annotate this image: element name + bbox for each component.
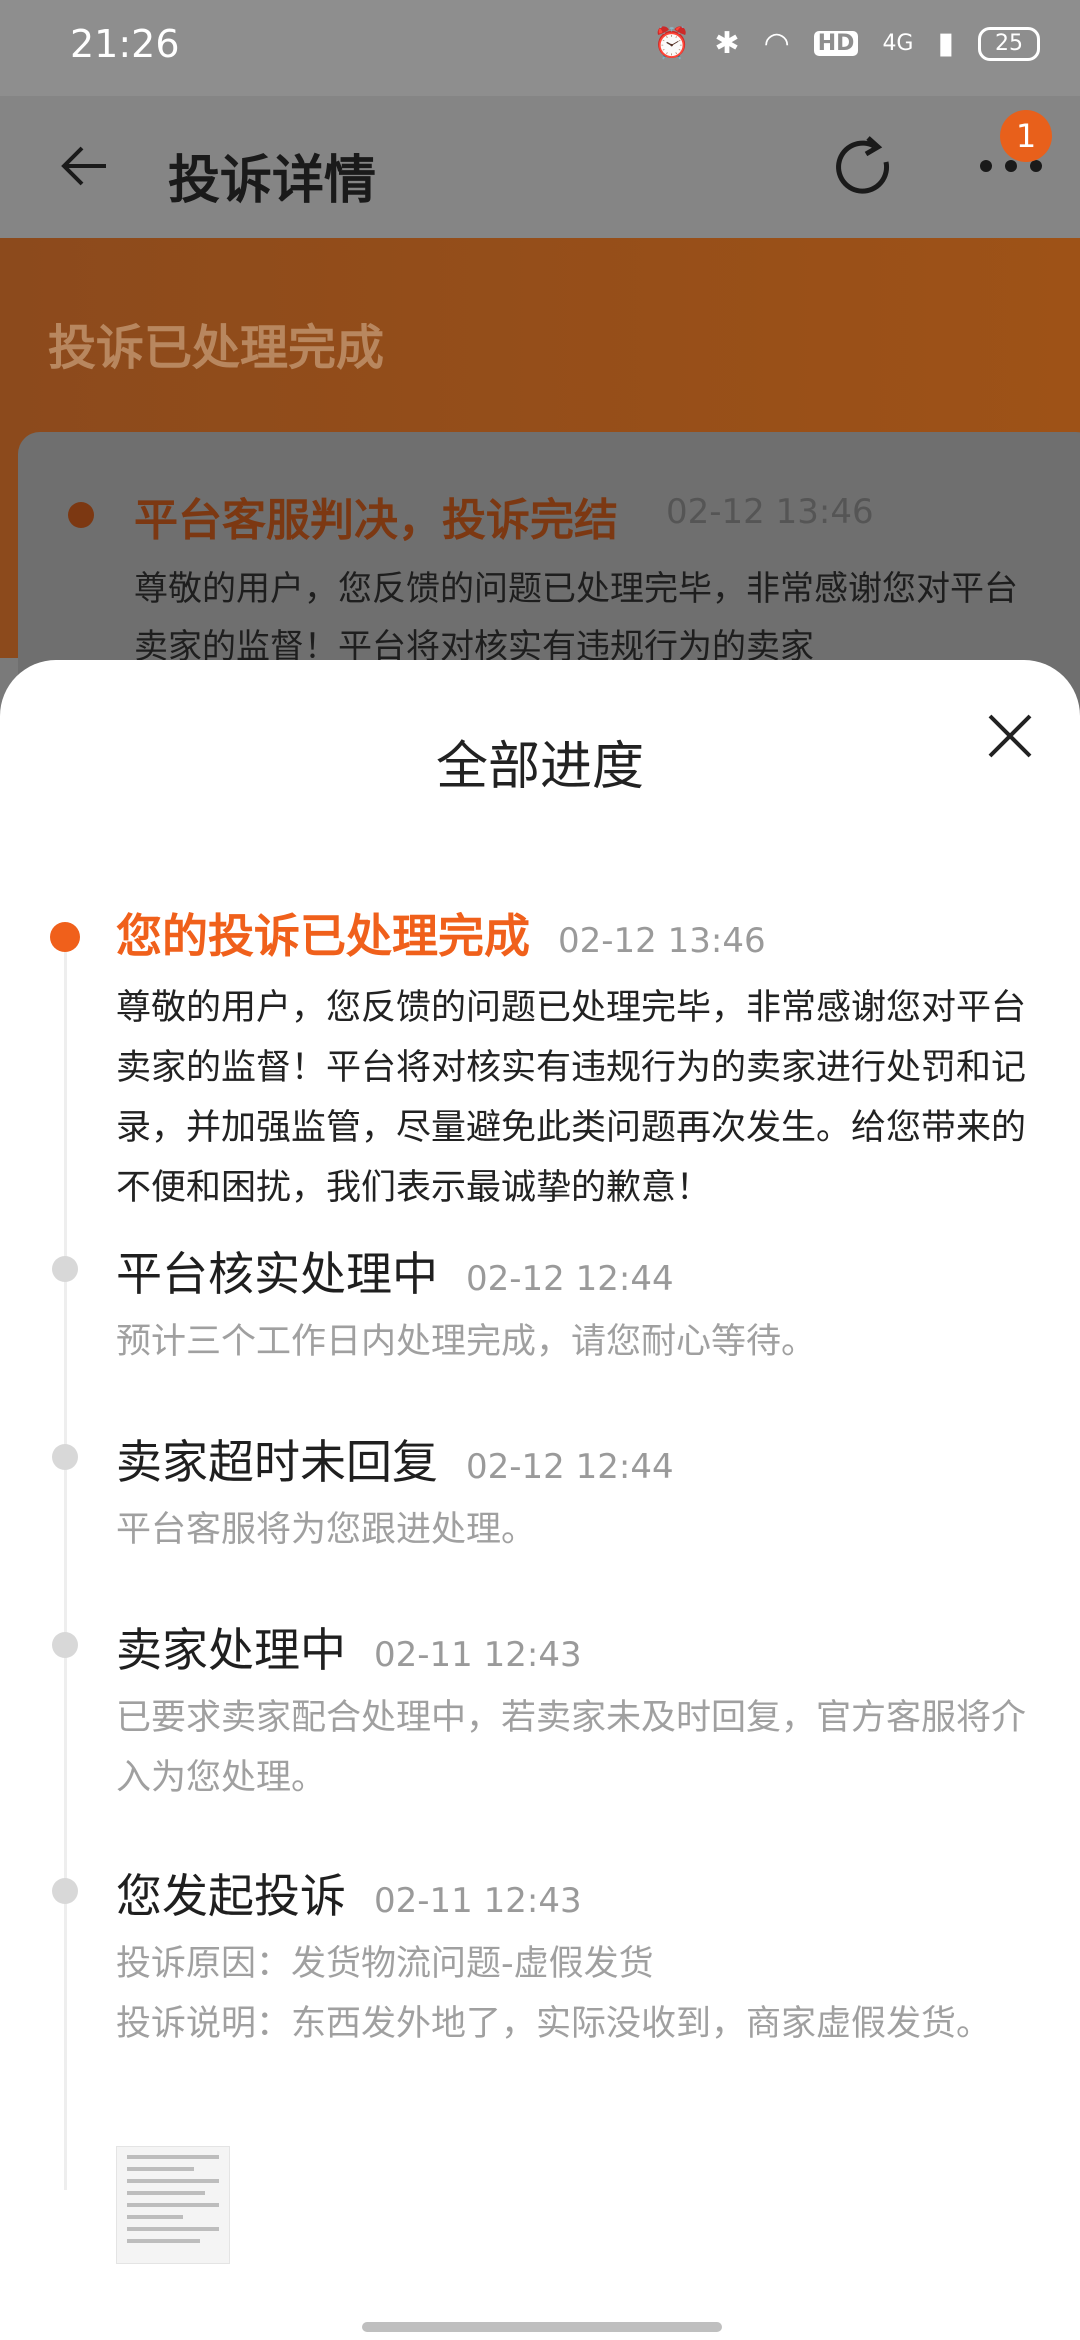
home-indicator[interactable] xyxy=(362,2322,722,2332)
timeline-title-text: 卖家超时未回复 xyxy=(116,1435,438,1489)
page-title: 投诉详情 xyxy=(168,151,377,211)
signal-icon: ▮ xyxy=(937,26,954,61)
timeline-title-text: 卖家处理中 xyxy=(116,1623,346,1677)
timeline-title: 卖家超时未回复 02-12 12:44 xyxy=(116,1426,674,1492)
refresh-icon[interactable] xyxy=(828,132,898,202)
status-icons: ⏰ ✱ ◠ HD 4G ▮ 25 xyxy=(653,26,1040,61)
progress-dot xyxy=(68,502,94,528)
notification-badge: 1 xyxy=(1000,110,1052,162)
wifi-icon: ◠ xyxy=(763,26,790,61)
timeline-time: 02-11 12:43 xyxy=(374,1881,582,1921)
timeline-dot xyxy=(52,1444,78,1470)
card-title: 平台客服判决，投诉完结 xyxy=(134,495,618,546)
status-bar: 21:26 ⏰ ✱ ◠ HD 4G ▮ 25 xyxy=(0,0,1080,96)
network-label: 4G xyxy=(882,31,914,56)
timeline-title: 平台核实处理中 02-12 12:44 xyxy=(116,1238,674,1304)
timeline-time: 02-12 13:46 xyxy=(558,921,766,961)
timeline-time: 02-11 12:43 xyxy=(374,1635,582,1675)
timeline-title-text: 您发起投诉 xyxy=(116,1869,346,1923)
complaint-reason: 投诉原因：发货物流问题-虚假发货 xyxy=(116,1944,654,1984)
app-bar: 投诉详情 xyxy=(0,96,1080,238)
hd-label: HD xyxy=(813,31,859,56)
bluetooth-icon: ✱ xyxy=(714,26,740,61)
alarm-icon: ⏰ xyxy=(653,26,691,61)
status-time: 21:26 xyxy=(70,22,180,66)
complaint-status: 投诉已处理完成 xyxy=(48,320,385,376)
timeline-time: 02-12 12:44 xyxy=(466,1259,674,1299)
timeline-time: 02-12 12:44 xyxy=(466,1447,674,1487)
timeline-dot xyxy=(52,1256,78,1282)
timeline-desc: 预计三个工作日内处理完成，请您耐心等待。 xyxy=(116,1322,817,1362)
progress-sheet: 全部进度 您的投诉已处理完成 02-12 13:46 尊敬的用户，您反馈的问题已处… xyxy=(0,660,1080,2340)
card-text: 尊敬的用户，您反馈的问题已处理完毕，非常感谢您对平台卖家的监督！平台将对核实有违… xyxy=(134,569,1018,667)
battery-indicator: 25 xyxy=(978,26,1040,61)
evidence-thumbnail[interactable] xyxy=(116,2146,230,2264)
timeline-title: 您的投诉已处理完成 02-12 13:46 xyxy=(116,900,766,966)
timeline-title: 您发起投诉 02-11 12:43 xyxy=(116,1860,582,1926)
timeline-desc: 尊敬的用户，您反馈的问题已处理完毕，非常感谢您对平台卖家的监督！平台将对核实有违… xyxy=(116,988,1027,1208)
complaint-explanation: 投诉说明：东西发外地了，实际没收到，商家虚假发货。 xyxy=(116,2004,992,2044)
close-icon[interactable] xyxy=(982,708,1038,764)
timeline-dot xyxy=(52,1878,78,1904)
arrow-left-icon[interactable] xyxy=(56,136,116,196)
timeline-desc: 平台客服将为您跟进处理。 xyxy=(116,1510,537,1550)
card-time: 02-12 13:46 xyxy=(666,492,874,532)
timeline-title-text: 平台核实处理中 xyxy=(116,1247,438,1301)
timeline-desc: 已要求卖家配合处理中，若卖家未及时回复，官方客服将介入为您处理。 xyxy=(116,1698,1027,1798)
timeline-dot xyxy=(52,1632,78,1658)
timeline-dot-active xyxy=(50,922,80,952)
timeline-line xyxy=(64,930,67,2190)
timeline-title-text: 您的投诉已处理完成 xyxy=(116,909,530,963)
timeline-title: 卖家处理中 02-11 12:43 xyxy=(116,1614,582,1680)
sheet-title: 全部进度 xyxy=(435,737,644,797)
